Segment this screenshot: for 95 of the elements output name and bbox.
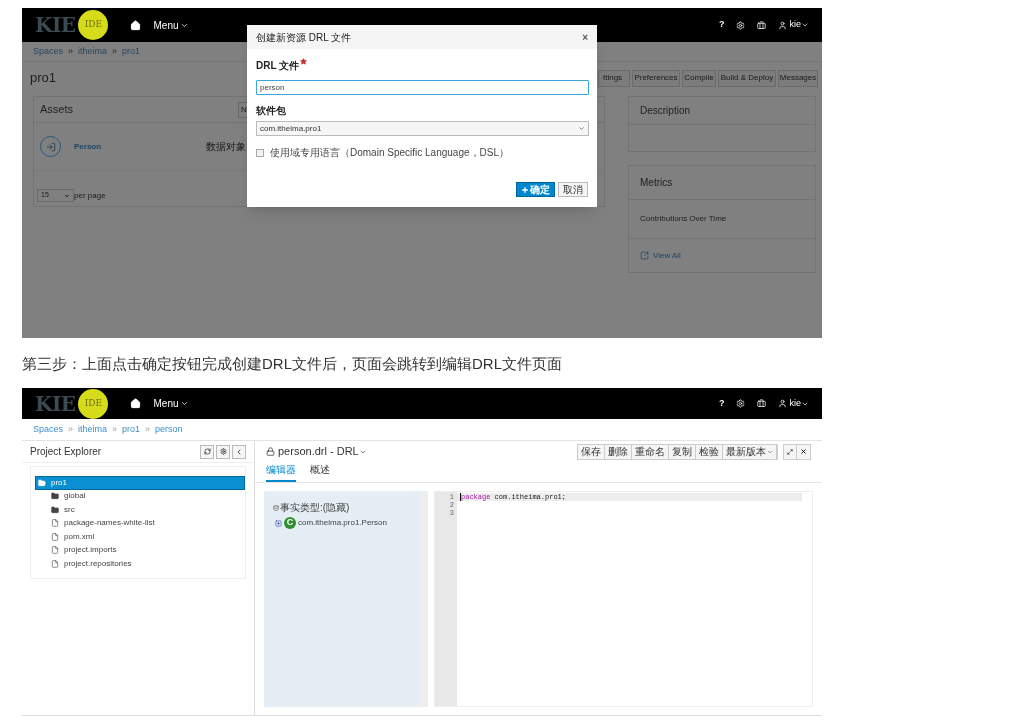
class-badge: C — [284, 517, 296, 529]
user-icon — [778, 20, 788, 30]
tree-item[interactable]: src — [49, 503, 245, 517]
refresh-button[interactable] — [200, 444, 214, 459]
user-menu[interactable]: kie — [778, 18, 809, 32]
toolbar-button[interactable]: 保存 — [578, 444, 605, 459]
help-button[interactable]: ? — [719, 396, 725, 411]
chevron-left-icon — [235, 447, 243, 456]
checkbox-label: 使用域专用语言（Domain Specific Language，DSL） — [270, 146, 509, 160]
external-link-icon — [640, 251, 649, 260]
panel-title: Description — [640, 104, 691, 118]
expand-icon[interactable] — [275, 519, 282, 527]
project-title: pro1 — [30, 69, 57, 88]
tree-item[interactable]: package-names-white-list — [49, 516, 245, 530]
panel-title: Project Explorer — [30, 445, 102, 459]
file-icon — [51, 519, 59, 528]
per-page-label: per page — [74, 190, 106, 202]
menu-button[interactable]: Menu — [153, 396, 189, 411]
tree-item[interactable]: global — [49, 489, 245, 503]
folder-icon — [51, 492, 59, 501]
breadcrumb-separator: » — [112, 44, 118, 58]
close-icon — [800, 448, 807, 455]
breadcrumb-link[interactable]: itheima — [78, 422, 108, 437]
breadcrumb-link[interactable]: pro1 — [122, 422, 141, 437]
settings-button[interactable] — [216, 444, 230, 459]
tree-item[interactable]: project.imports — [49, 543, 245, 557]
file-icon — [51, 532, 59, 541]
select-field[interactable]: com.itheima.pro1 — [256, 121, 589, 136]
editor-title: person.drl - DRL — [278, 444, 359, 460]
breadcrumb-separator: » — [112, 422, 118, 436]
breadcrumb-separator: » — [68, 44, 74, 58]
home-icon[interactable] — [130, 19, 142, 31]
caret-icon — [801, 21, 809, 29]
menu-button[interactable]: Menu — [153, 17, 189, 33]
field-label: DRL 文件 — [256, 59, 300, 73]
folder-icon — [51, 505, 59, 514]
settings-icon[interactable] — [736, 20, 746, 30]
checkbox[interactable] — [256, 148, 264, 157]
breadcrumb-link[interactable]: person — [155, 422, 183, 437]
fact-type-name: com.itheima.pro1.Person — [298, 517, 387, 529]
settings-icon — [219, 448, 227, 455]
logo-text: KIE — [35, 12, 76, 39]
tab[interactable]: 概述 — [310, 462, 330, 482]
toolbar-button[interactable]: 删除 — [605, 444, 632, 459]
settings-icon[interactable] — [736, 399, 746, 408]
toolbar-button[interactable]: 检验 — [696, 444, 723, 459]
user-icon — [778, 399, 788, 408]
file-icon — [51, 546, 59, 555]
breadcrumb-link[interactable]: Spaces — [33, 422, 64, 437]
toolbar-button[interactable]: Build & Deploy — [718, 69, 776, 87]
tree-item[interactable]: pom.xml — [49, 530, 245, 544]
tab[interactable]: 编辑器 — [266, 462, 296, 482]
tree-item[interactable]: project.repositories — [49, 557, 245, 571]
panel-title: Assets — [40, 102, 74, 118]
folder-icon — [38, 478, 46, 487]
briefcase-icon[interactable] — [757, 20, 767, 30]
breadcrumb-separator: » — [145, 422, 151, 436]
logo-badge: IDE — [78, 10, 109, 40]
expand-icon — [787, 448, 793, 455]
asset-type: 数据对象 — [206, 140, 246, 154]
logo-badge: IDE — [78, 388, 109, 419]
caret-icon — [179, 399, 189, 408]
cancel-button[interactable]: 取消 — [558, 182, 588, 197]
toolbar-button[interactable]: Preferences — [632, 69, 680, 87]
metrics-subtitle: Contributions Over Time — [640, 213, 727, 225]
toolbar-button[interactable]: Messages — [778, 69, 818, 87]
confirm-button[interactable]: 确定 — [516, 182, 555, 197]
toolbar-button[interactable]: Compile — [682, 69, 716, 87]
caret-icon — [578, 125, 585, 132]
text-field[interactable]: person — [256, 80, 589, 95]
caption: 第三步：上面点击确定按钮完成创建DRL文件后，页面会跳转到编辑DRL文件页面 — [22, 354, 563, 374]
tree-item[interactable]: pro1 — [35, 476, 245, 490]
plus-icon — [521, 185, 529, 194]
logo-text: KIE — [35, 390, 76, 418]
close-button[interactable]: × — [582, 29, 588, 45]
breadcrumb-separator: » — [68, 422, 74, 436]
refresh-icon — [203, 448, 211, 455]
toolbar-button[interactable]: 重命名 — [632, 444, 669, 459]
lock-icon — [266, 447, 275, 456]
toolbar-button[interactable]: 最新版本 — [723, 444, 777, 459]
dialog-title: 创建新资源 DRL 文件 — [256, 30, 352, 45]
toolbar-button[interactable]: ttings — [598, 69, 630, 87]
briefcase-icon[interactable] — [757, 399, 767, 408]
fact-types-heading: 事实类型:(隐藏) — [280, 501, 350, 515]
file-icon — [51, 559, 59, 568]
caret-icon — [64, 192, 70, 199]
panel-title: Metrics — [640, 176, 673, 190]
help-button[interactable]: ? — [719, 18, 725, 32]
fact-icon — [273, 504, 279, 511]
user-menu[interactable]: kie — [778, 396, 809, 411]
home-icon[interactable] — [130, 398, 142, 409]
close-button[interactable] — [797, 444, 810, 459]
field-label: 软件包 — [256, 104, 286, 118]
caret-icon — [767, 448, 773, 455]
toolbar-button[interactable]: 复制 — [669, 444, 696, 459]
